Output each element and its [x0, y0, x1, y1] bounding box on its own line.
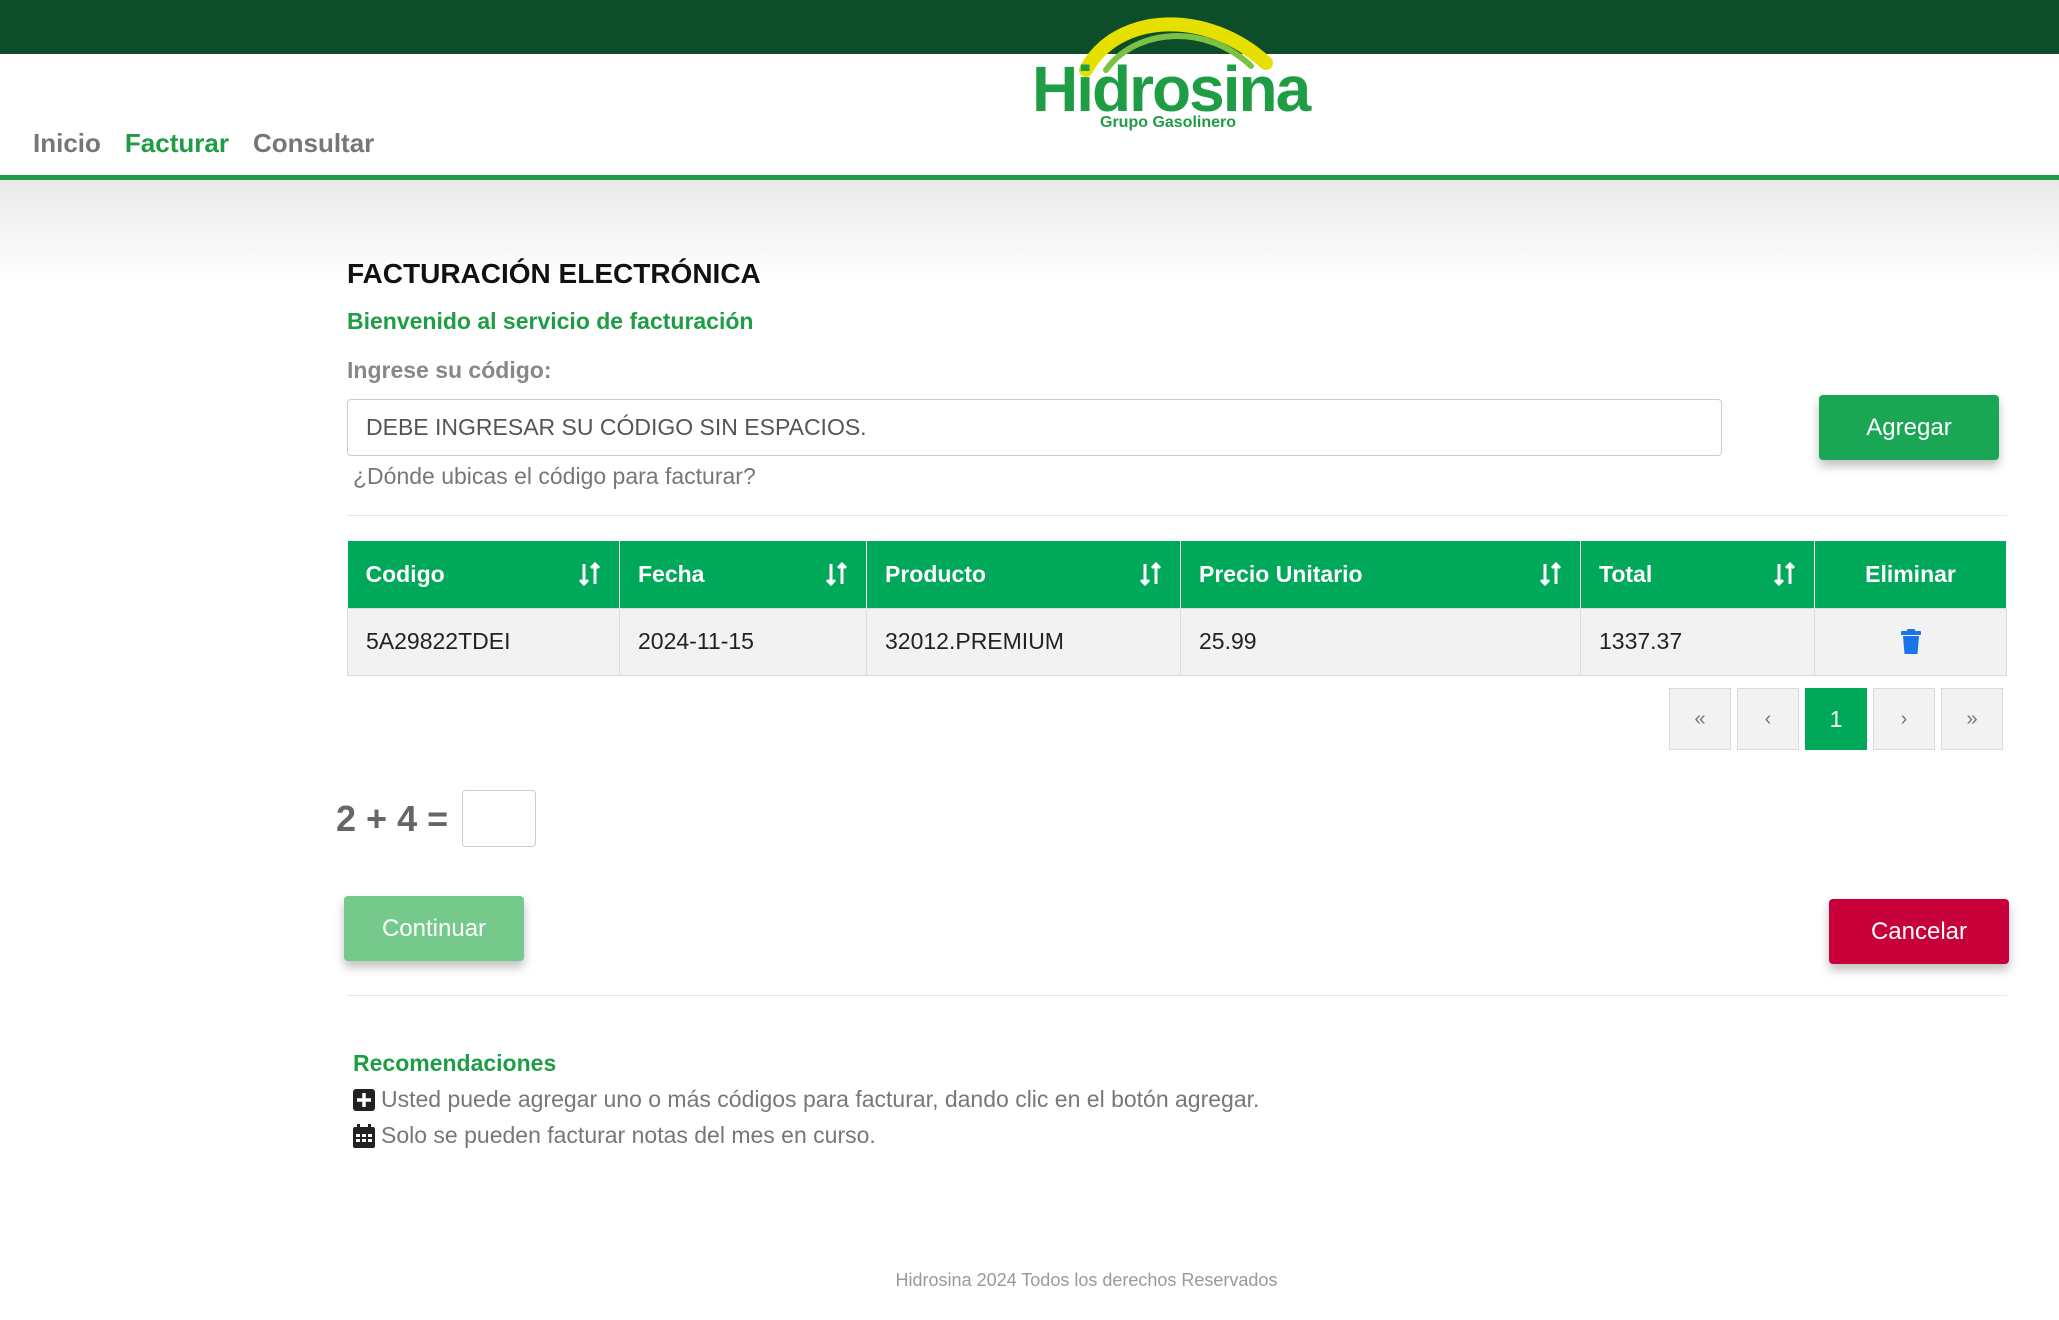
table-header-row: Codigo Fecha Producto Precio Unitario To… [347, 541, 2007, 608]
calendar-icon [353, 1123, 375, 1148]
col-fecha-label: Fecha [638, 560, 705, 587]
captcha-operand-b: 4 [397, 797, 418, 839]
page-1-button[interactable]: 1 [1805, 688, 1867, 750]
plus-square-icon [353, 1088, 375, 1111]
col-eliminar: Eliminar [1814, 541, 2007, 608]
recommendation-item: Solo se pueden facturar notas del mes en… [353, 1122, 876, 1149]
welcome-text: Bienvenido al servicio de facturación [347, 308, 754, 334]
captcha-operand-a: 2 [336, 797, 357, 839]
captcha: 2 + 4 = [336, 790, 537, 847]
sort-icon[interactable] [579, 562, 601, 586]
captcha-answer-input[interactable] [462, 790, 537, 847]
cell-fecha: 2024-11-15 [619, 607, 867, 676]
recommendation-text: Usted puede agregar uno o más códigos pa… [381, 1086, 1260, 1112]
header-shadow [0, 180, 2059, 280]
recommendations-title: Recomendaciones [353, 1050, 557, 1076]
footer-text: Hidrosina 2024 Todos los derechos Reserv… [895, 1270, 1278, 1290]
col-fecha[interactable]: Fecha [619, 541, 867, 608]
recommendation-text: Solo se pueden facturar notas del mes en… [381, 1122, 876, 1148]
col-precio-unitario[interactable]: Precio Unitario [1180, 541, 1581, 608]
code-help-link[interactable]: ¿Dónde ubicas el código para facturar? [353, 463, 756, 490]
pagination: « ‹ 1 › » [1669, 688, 2003, 750]
col-codigo-label: Codigo [365, 560, 445, 587]
col-total-label: Total [1599, 560, 1653, 587]
captcha-equals: = [427, 797, 449, 839]
main-nav: Inicio Facturar Consultar [33, 128, 374, 159]
captcha-operator: + [366, 797, 388, 839]
page-first-button[interactable]: « [1669, 688, 1731, 750]
page-next-button[interactable]: › [1873, 688, 1935, 750]
code-label: Ingrese su código: [347, 357, 552, 383]
code-input[interactable] [347, 399, 1722, 456]
col-producto-label: Producto [885, 560, 986, 587]
divider [347, 515, 2007, 516]
cell-total: 1337.37 [1580, 607, 1815, 676]
page-prev-button[interactable]: ‹ [1737, 688, 1799, 750]
sort-icon[interactable] [826, 562, 848, 586]
page-last-button[interactable]: » [1941, 688, 2003, 750]
page-title: FACTURACIÓN ELECTRÓNICA [347, 258, 761, 289]
trash-icon[interactable] [1900, 629, 1922, 655]
col-total[interactable]: Total [1580, 541, 1815, 608]
nav-consultar[interactable]: Consultar [253, 128, 374, 159]
invoice-table: Codigo Fecha Producto Precio Unitario To… [347, 541, 2007, 676]
sort-icon[interactable] [1540, 562, 1562, 586]
cancel-button[interactable]: Cancelar [1829, 899, 2009, 964]
col-producto[interactable]: Producto [866, 541, 1181, 608]
continue-button[interactable]: Continuar [344, 896, 524, 961]
col-codigo[interactable]: Codigo [347, 541, 620, 608]
divider [347, 995, 2007, 996]
col-eliminar-label: Eliminar [1865, 560, 1956, 587]
cell-eliminar [1814, 607, 2007, 676]
brand-logo[interactable]: Hidrosina Grupo Gasolinero [1028, 8, 1328, 138]
cell-precio: 25.99 [1180, 607, 1581, 676]
cell-producto: 32012.PREMIUM [866, 607, 1181, 676]
cell-codigo: 5A29822TDEI [347, 607, 620, 676]
sort-icon[interactable] [1140, 562, 1162, 586]
add-button[interactable]: Agregar [1819, 395, 1999, 460]
nav-facturar[interactable]: Facturar [125, 128, 229, 159]
recommendation-item: Usted puede agregar uno o más códigos pa… [353, 1086, 1259, 1113]
logo-tagline: Grupo Gasolinero [1100, 114, 1237, 131]
col-precio-label: Precio Unitario [1199, 560, 1363, 587]
nav-inicio[interactable]: Inicio [33, 128, 101, 159]
sort-icon[interactable] [1774, 562, 1796, 586]
table-row: 5A29822TDEI 2024-11-15 32012.PREMIUM 25.… [347, 607, 2007, 676]
